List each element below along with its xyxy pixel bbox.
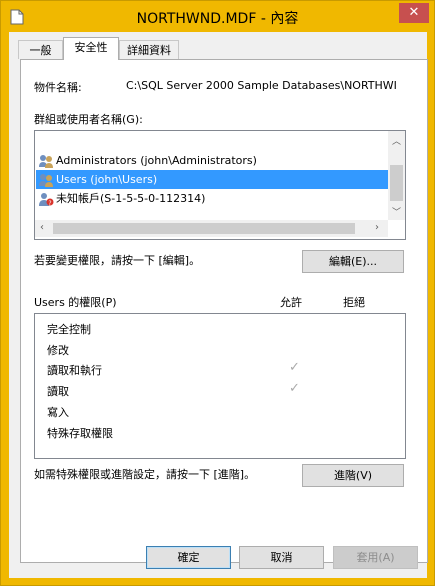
permission-row: 讀取和執行	[47, 364, 102, 377]
list-item-label: Administrators (john\Administrators)	[56, 154, 257, 167]
permission-row: 修改	[47, 344, 69, 357]
title-bar[interactable]: NORTHWND.MDF - 內容 ✕	[2, 2, 433, 32]
object-name-label: 物件名稱:	[34, 81, 82, 94]
apply-button[interactable]: 套用(A)	[333, 546, 418, 569]
permission-row: 讀取	[47, 385, 69, 398]
list-item[interactable]: Administrators (john\Administrators)	[36, 151, 388, 170]
advanced-button[interactable]: 進階(V)	[302, 464, 404, 487]
user-group-icon	[39, 155, 53, 168]
scroll-down-icon[interactable]: ﹀	[392, 205, 401, 218]
permission-row: 寫入	[47, 406, 69, 419]
tab-general[interactable]: 一般	[18, 40, 63, 59]
object-name-value: C:\SQL Server 2000 Sample Databases\NORT…	[126, 79, 397, 92]
list-item-label: Users (john\Users)	[56, 173, 158, 186]
permissions-title: Users 的權限(P)	[34, 296, 117, 309]
permissions-list: 完全控制 修改 讀取和執行 ✓ 讀取 ✓ 寫入 特殊存取權限	[34, 313, 406, 459]
unknown-user-icon: ?	[39, 193, 54, 207]
tab-security[interactable]: 安全性	[63, 37, 119, 60]
list-item-label: 未知帳戶(S-1-5-5-0-112314)	[56, 192, 206, 205]
window-title: NORTHWND.MDF - 內容	[136, 11, 299, 27]
dialog-client: 一般 安全性 詳細資料 物件名稱: C:\SQL Server 2000 Sam…	[9, 32, 428, 578]
scroll-right-icon[interactable]: ›	[375, 222, 379, 233]
edit-button[interactable]: 編輯(E)...	[302, 250, 404, 273]
list-item[interactable]: ? 未知帳戶(S-1-5-5-0-112314)	[36, 189, 388, 208]
allow-check-icon: ✓	[289, 381, 300, 396]
groups-label: 群組或使用者名稱(G):	[34, 113, 143, 126]
scroll-left-icon[interactable]: ‹	[40, 222, 44, 233]
scroll-up-icon[interactable]: ︿	[392, 134, 401, 147]
close-button[interactable]: ✕	[399, 3, 429, 23]
permission-row: 完全控制	[47, 323, 91, 336]
groups-listbox[interactable]: Administrators (john\Administrators) Use…	[34, 130, 406, 240]
svg-text:?: ?	[48, 200, 51, 207]
scroll-thumb[interactable]	[53, 223, 355, 234]
cancel-button[interactable]: 取消	[239, 546, 324, 569]
horizontal-scrollbar[interactable]: ‹ ›	[35, 220, 388, 237]
tab-details[interactable]: 詳細資料	[119, 40, 179, 59]
edit-hint: 若要變更權限，請按一下 [編輯]。	[34, 254, 201, 267]
advanced-hint: 如需特殊權限或進階設定，請按一下 [進階]。	[34, 468, 256, 481]
allow-check-icon: ✓	[289, 360, 300, 375]
security-panel: 物件名稱: C:\SQL Server 2000 Sample Database…	[20, 59, 428, 563]
deny-header: 拒絕	[343, 296, 365, 309]
allow-header: 允許	[280, 296, 302, 309]
vertical-scrollbar[interactable]: ︿ ﹀	[388, 131, 405, 220]
properties-window: NORTHWND.MDF - 內容 ✕ 一般 安全性 詳細資料 物件名稱: C:…	[0, 0, 435, 586]
scroll-thumb[interactable]	[390, 165, 403, 201]
ok-button[interactable]: 確定	[146, 546, 231, 569]
user-group-icon	[39, 174, 53, 187]
permission-row: 特殊存取權限	[47, 427, 113, 440]
list-item[interactable]: Users (john\Users)	[36, 170, 388, 189]
